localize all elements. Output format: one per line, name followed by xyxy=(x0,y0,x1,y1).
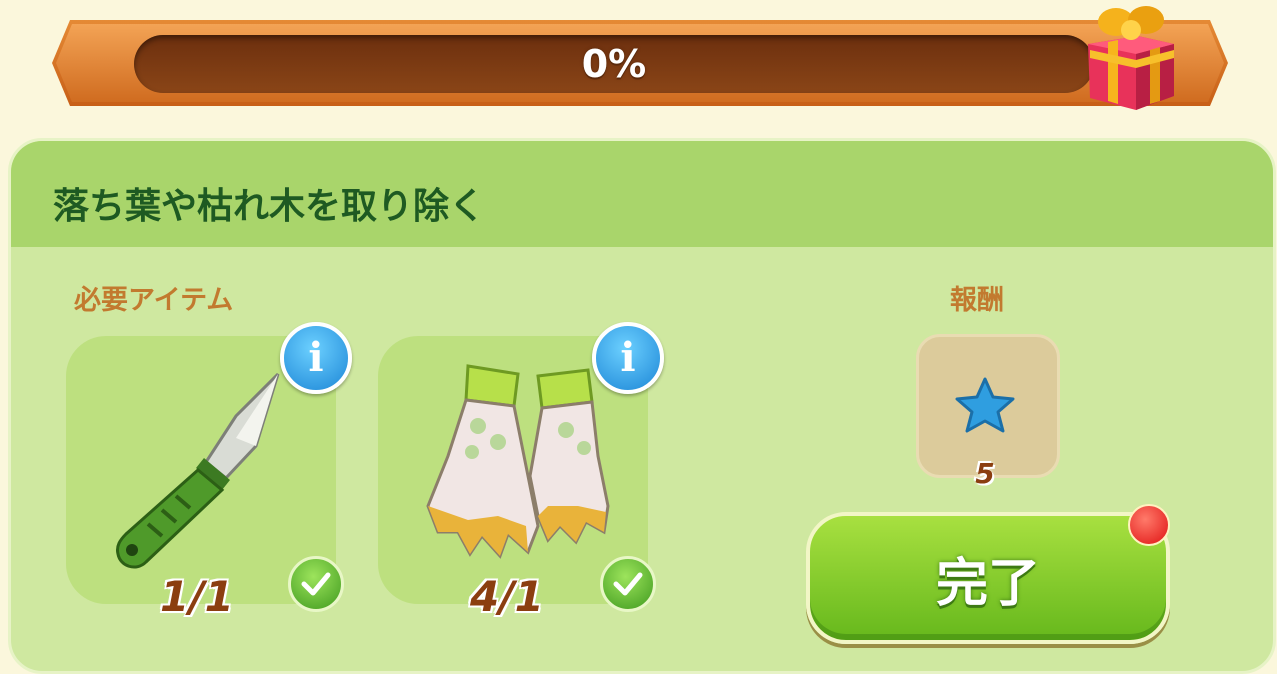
check-icon xyxy=(600,556,656,612)
reward-count: 5 xyxy=(975,457,995,490)
complete-button[interactable]: 完了 xyxy=(806,512,1170,644)
task-title: 落ち葉や枯れ木を取り除く xyxy=(53,186,486,227)
item-card-gloves[interactable]: i xyxy=(378,322,664,612)
required-items-label: 必要アイテム xyxy=(74,285,234,316)
item-count-knife: 1/1 xyxy=(160,572,234,621)
check-icon xyxy=(288,556,344,612)
progress-bar: 0% xyxy=(134,35,1094,93)
gloves-icon xyxy=(426,364,610,559)
item-info-gloves[interactable]: i xyxy=(592,322,664,394)
knife-icon xyxy=(116,372,280,569)
progress-label: 0% xyxy=(581,42,647,86)
blue-star-icon xyxy=(955,377,1015,433)
reward-label: 報酬 xyxy=(950,285,1004,316)
item-card-knife[interactable]: i xyxy=(66,322,352,612)
notification-dot xyxy=(1128,504,1170,546)
item-info-knife[interactable]: i xyxy=(280,322,352,394)
gift-icon[interactable] xyxy=(1078,0,1182,112)
item-count-gloves: 4/1 xyxy=(470,572,544,621)
